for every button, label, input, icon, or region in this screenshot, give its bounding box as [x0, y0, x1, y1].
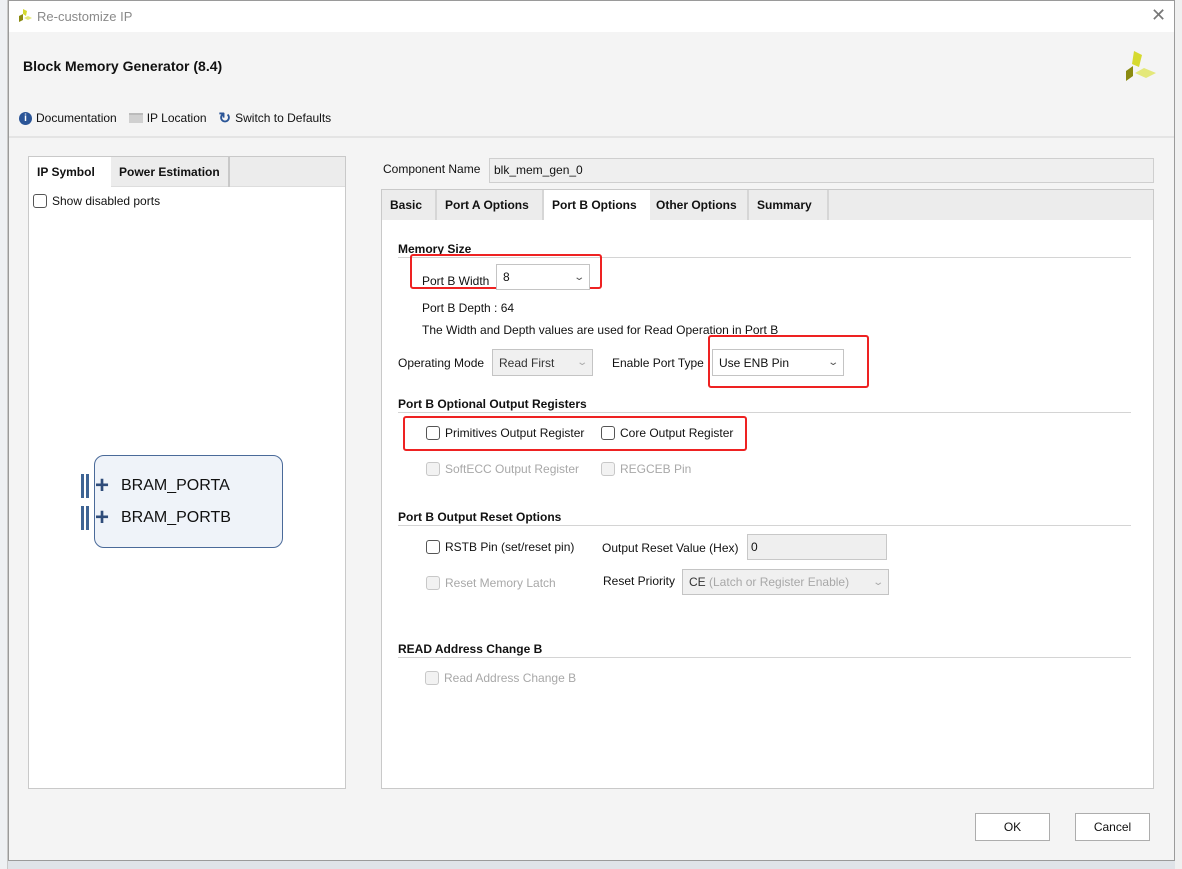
expand-icon[interactable]: + — [95, 474, 117, 498]
tab-ip-symbol[interactable]: IP Symbol — [29, 157, 111, 187]
chevron-down-icon: ⌄ — [826, 357, 839, 368]
show-disabled-ports-label: Show disabled ports — [52, 194, 161, 208]
reset-priority-value-detail: (Latch or Register Enable) — [709, 575, 850, 589]
ip-symbol: + BRAM_PORTA + BRAM_PORTB — [81, 455, 283, 548]
background-app-right — [1175, 0, 1182, 869]
component-name-input[interactable]: blk_mem_gen_0 — [489, 158, 1154, 183]
folder-icon — [128, 113, 143, 123]
refresh-icon: ↻ — [218, 110, 232, 127]
tab-summary[interactable]: Summary — [749, 190, 829, 220]
output-reset-value-label: Output Reset Value (Hex) — [602, 541, 739, 555]
title-bar: Re-customize IP ✕ — [9, 1, 1174, 32]
rstb-pin-checkbox[interactable] — [426, 540, 440, 554]
tab-other-options[interactable]: Other Options — [648, 190, 749, 220]
documentation-label: Documentation — [36, 111, 117, 125]
read-address-change-checkbox — [425, 671, 439, 685]
reset-priority-select[interactable]: CE (Latch or Register Enable) ⌄ — [682, 569, 889, 595]
window-title: Re-customize IP — [37, 9, 133, 24]
chevron-down-icon: ⌄ — [575, 357, 588, 368]
divider — [9, 136, 1174, 138]
read-address-change-label: Read Address Change B — [444, 671, 577, 685]
operating-mode-label: Operating Mode — [398, 356, 485, 370]
operating-mode-value: Read First — [499, 355, 555, 370]
primitives-output-register-label: Primitives Output Register — [445, 426, 585, 440]
reset-memory-latch: Reset Memory Latch — [426, 576, 556, 590]
bus-icon — [81, 474, 89, 498]
switch-defaults-label: Switch to Defaults — [235, 111, 332, 125]
options-tabs: Basic Port A Options Port B Options Othe… — [382, 190, 1153, 220]
ok-button[interactable]: OK — [975, 813, 1050, 841]
reset-options-heading: Port B Output Reset Options — [398, 510, 562, 524]
regceb-checkbox — [601, 462, 615, 476]
info-icon: i — [19, 111, 32, 125]
softecc-output-register: SoftECC Output Register — [426, 462, 579, 476]
primitives-output-register-checkbox[interactable] — [426, 426, 440, 440]
reset-priority-label: Reset Priority — [603, 574, 676, 588]
close-icon[interactable]: ✕ — [1151, 5, 1166, 26]
rstb-pin[interactable]: RSTB Pin (set/reset pin) — [426, 540, 574, 554]
regceb-pin: REGCEB Pin — [601, 462, 691, 476]
output-registers-heading: Port B Optional Output Registers — [398, 397, 587, 411]
component-name-label: Component Name — [383, 162, 481, 176]
core-output-register[interactable]: Core Output Register — [601, 426, 733, 440]
options-panel: Basic Port A Options Port B Options Othe… — [381, 189, 1154, 789]
read-address-change-b: Read Address Change B — [425, 671, 576, 685]
xilinx-logo-icon — [19, 9, 32, 22]
enable-port-type-value: Use ENB Pin — [719, 355, 790, 370]
divider — [398, 657, 1131, 658]
enable-port-type-label: Enable Port Type — [612, 356, 704, 370]
primitives-output-register[interactable]: Primitives Output Register — [426, 426, 584, 440]
recustomize-ip-dialog: Re-customize IP ✕ Block Memory Generator… — [8, 0, 1175, 861]
ip-symbol-panel: IP Symbol Power Estimation Show disabled… — [28, 156, 346, 789]
divider — [398, 525, 1131, 526]
port-label: BRAM_PORTB — [121, 509, 231, 526]
output-reset-value-input[interactable]: 0 — [747, 534, 887, 560]
port-b-depth: Port B Depth : 64 — [422, 301, 515, 315]
tab-basic[interactable]: Basic — [382, 190, 437, 220]
port-b-width-select[interactable]: 8 ⌄ — [496, 264, 590, 290]
show-disabled-ports[interactable]: Show disabled ports — [33, 194, 160, 208]
core-output-register-label: Core Output Register — [620, 426, 734, 440]
expand-icon[interactable]: + — [95, 506, 117, 530]
bus-icon — [81, 506, 89, 530]
softecc-label: SoftECC Output Register — [445, 462, 580, 476]
softecc-checkbox — [426, 462, 440, 476]
chevron-down-icon: ⌄ — [572, 271, 585, 283]
switch-to-defaults-button[interactable]: ↻ Switch to Defaults — [219, 109, 332, 127]
documentation-button[interactable]: i Documentation — [19, 111, 117, 125]
toolbar: i Documentation IP Location ↻ Switch to De… — [19, 109, 331, 127]
port-label: BRAM_PORTA — [121, 477, 230, 494]
rstb-pin-label: RSTB Pin (set/reset pin) — [445, 540, 575, 554]
page-title: Block Memory Generator (8.4) — [23, 58, 223, 74]
reset-priority-value: CE — [689, 575, 706, 589]
left-tabs: IP Symbol Power Estimation — [29, 157, 345, 187]
reset-memory-latch-checkbox — [426, 576, 440, 590]
enable-port-type-select[interactable]: Use ENB Pin ⌄ — [712, 349, 844, 376]
background-app-left — [0, 0, 8, 869]
reset-memory-latch-label: Reset Memory Latch — [445, 576, 556, 590]
core-output-register-checkbox[interactable] — [601, 426, 615, 440]
divider — [398, 412, 1131, 413]
read-address-heading: READ Address Change B — [398, 642, 543, 656]
tab-port-a-options[interactable]: Port A Options — [437, 190, 544, 220]
port-bram-portb[interactable]: + BRAM_PORTB — [81, 506, 231, 530]
operating-mode-select[interactable]: Read First ⌄ — [492, 349, 593, 376]
show-disabled-ports-checkbox[interactable] — [33, 194, 47, 208]
port-bram-porta[interactable]: + BRAM_PORTA — [81, 474, 230, 498]
cancel-button[interactable]: Cancel — [1075, 813, 1150, 841]
port-b-width-value: 8 — [503, 270, 510, 284]
tab-power-estimation[interactable]: Power Estimation — [111, 157, 230, 187]
tab-port-b-options[interactable]: Port B Options — [544, 190, 650, 220]
ip-location-label: IP Location — [146, 111, 207, 125]
port-b-width-label: Port B Width — [422, 274, 490, 288]
regceb-label: REGCEB Pin — [620, 462, 692, 476]
chevron-down-icon: ⌄ — [871, 576, 884, 588]
xilinx-logo-icon — [1126, 51, 1156, 81]
ip-location-button[interactable]: IP Location — [128, 111, 207, 125]
